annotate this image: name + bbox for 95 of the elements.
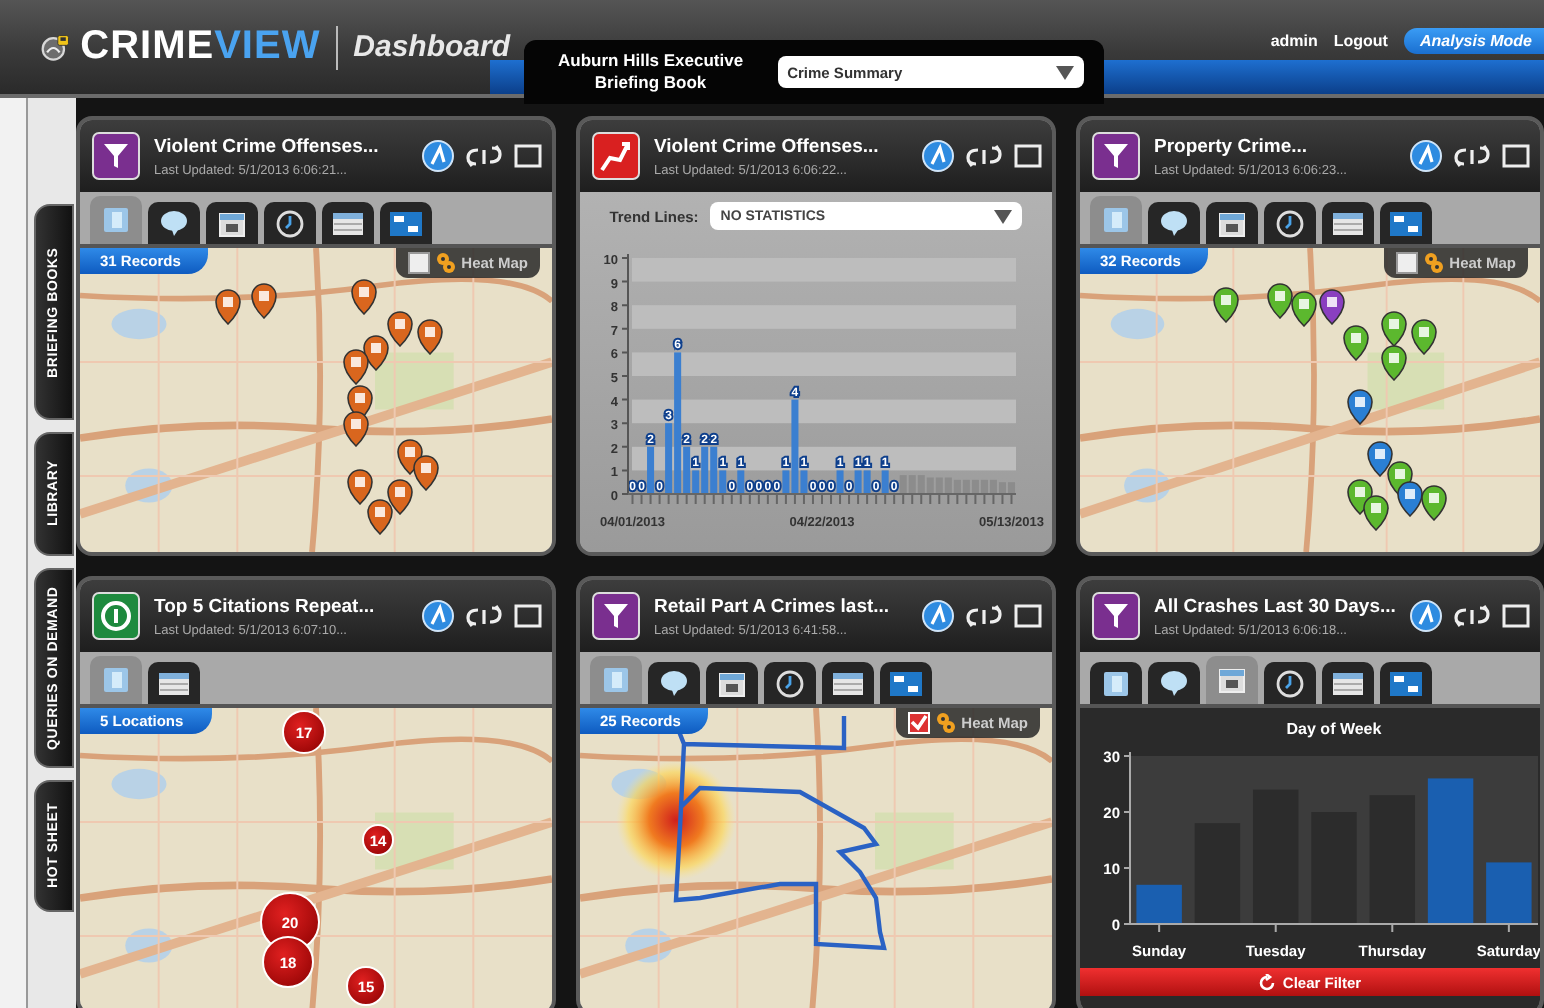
view-tab[interactable] bbox=[1090, 662, 1142, 704]
logo-text: CRIMEVIEW bbox=[80, 24, 321, 70]
caret-icon bbox=[1056, 65, 1074, 79]
funnel-icon bbox=[1092, 132, 1140, 180]
maximize-icon[interactable] bbox=[1502, 144, 1530, 168]
view-tab[interactable] bbox=[148, 662, 200, 704]
gears-icon bbox=[1423, 252, 1444, 274]
caret-icon bbox=[994, 209, 1013, 223]
table-icon bbox=[832, 671, 864, 695]
calendar-icon bbox=[1218, 666, 1246, 694]
pivot-grid-icon bbox=[1390, 211, 1422, 235]
logout-link[interactable]: Logout bbox=[1333, 32, 1388, 50]
calendar-icon bbox=[718, 669, 746, 697]
pivot-grid-icon bbox=[890, 671, 922, 695]
map-icon bbox=[1102, 206, 1130, 234]
view-tab[interactable] bbox=[1206, 202, 1258, 244]
clock-icon bbox=[776, 669, 804, 697]
pen-icon[interactable] bbox=[422, 140, 454, 172]
check-icon bbox=[909, 714, 928, 732]
table-icon bbox=[158, 671, 190, 695]
maximize-icon[interactable] bbox=[1014, 144, 1042, 168]
heat-spot-drawing bbox=[616, 760, 736, 880]
speech-bubble-icon bbox=[1160, 210, 1188, 236]
swap-arrows-icon[interactable] bbox=[964, 604, 1004, 628]
clock-icon bbox=[276, 209, 304, 237]
widget-title: Top 5 Citations Repeat... bbox=[154, 595, 377, 617]
calendar-icon bbox=[1218, 209, 1246, 237]
view-tab[interactable] bbox=[1148, 202, 1200, 244]
checkbox[interactable] bbox=[1395, 252, 1418, 274]
checkbox[interactable] bbox=[407, 252, 430, 274]
view-tab[interactable] bbox=[322, 202, 374, 244]
pen-icon[interactable] bbox=[922, 600, 954, 632]
view-tab[interactable] bbox=[764, 662, 816, 704]
gears-icon bbox=[935, 712, 956, 734]
view-tab[interactable] bbox=[1322, 662, 1374, 704]
widget-title: Property Crime... bbox=[1154, 135, 1310, 157]
swap-arrows-icon[interactable] bbox=[1452, 144, 1492, 168]
view-tab[interactable] bbox=[1322, 202, 1374, 244]
swap-arrows-icon[interactable] bbox=[1452, 604, 1492, 628]
gears-icon bbox=[435, 252, 456, 274]
view-tab[interactable] bbox=[1148, 662, 1200, 704]
maximize-icon[interactable] bbox=[514, 144, 542, 168]
funnel-icon bbox=[592, 592, 640, 640]
table-icon bbox=[1332, 211, 1364, 235]
swap-arrows-icon[interactable] bbox=[464, 144, 504, 168]
view-tab[interactable] bbox=[706, 662, 758, 704]
swap-arrows-icon[interactable] bbox=[964, 144, 1004, 168]
widget-title: Retail Part A Crimes last... bbox=[654, 595, 892, 617]
view-tab[interactable] bbox=[206, 202, 258, 244]
pen-icon[interactable] bbox=[422, 600, 454, 632]
view-tab[interactable] bbox=[822, 662, 874, 704]
refresh-icon bbox=[1258, 973, 1277, 991]
maximize-icon[interactable] bbox=[514, 604, 542, 628]
speech-bubble-icon bbox=[160, 210, 188, 236]
map-icon bbox=[1102, 669, 1130, 697]
table-icon bbox=[332, 211, 364, 235]
map-icon bbox=[602, 666, 630, 694]
calendar-icon bbox=[218, 209, 246, 237]
table-icon bbox=[1332, 671, 1364, 695]
chart-title: Day of Week bbox=[1286, 720, 1382, 738]
pen-icon[interactable] bbox=[922, 140, 954, 172]
pen-icon[interactable] bbox=[1410, 140, 1442, 172]
view-tab[interactable] bbox=[380, 202, 432, 244]
briefing-book-title: Auburn Hills Executive Briefing Book bbox=[556, 49, 746, 95]
view-tab[interactable] bbox=[1264, 202, 1316, 244]
funnel-icon bbox=[1092, 592, 1140, 640]
view-tab[interactable] bbox=[648, 662, 700, 704]
widget-title: Violent Crime Offenses... bbox=[154, 135, 381, 157]
trend-icon bbox=[592, 132, 640, 180]
speech-bubble-icon bbox=[1160, 670, 1188, 696]
app-name: Dashboard bbox=[353, 30, 510, 64]
map-icon bbox=[102, 666, 130, 694]
maximize-icon[interactable] bbox=[1014, 604, 1042, 628]
view-tab[interactable] bbox=[264, 202, 316, 244]
widget-title: Violent Crime Offenses... bbox=[654, 135, 881, 157]
maximize-icon[interactable] bbox=[1502, 604, 1530, 628]
clock-icon bbox=[1276, 209, 1304, 237]
speech-bubble-icon bbox=[660, 670, 688, 696]
analysis-mode-button[interactable]: Analysis Mode bbox=[1403, 28, 1544, 54]
map-icon bbox=[102, 206, 130, 234]
view-tab[interactable] bbox=[1264, 662, 1316, 704]
bar[interactable] bbox=[1136, 884, 1182, 924]
clock-icon bbox=[1276, 669, 1304, 697]
view-tab[interactable] bbox=[1206, 656, 1258, 704]
view-tab[interactable] bbox=[880, 662, 932, 704]
widget-title: All Crashes Last 30 Days... bbox=[1154, 595, 1398, 617]
swap-arrows-icon[interactable] bbox=[464, 604, 504, 628]
funnel-icon bbox=[92, 132, 140, 180]
user-link[interactable]: admin bbox=[1270, 32, 1318, 50]
pivot-grid-icon bbox=[1390, 671, 1422, 695]
pivot-grid-icon bbox=[390, 211, 422, 235]
view-tab[interactable] bbox=[148, 202, 200, 244]
view-tab[interactable] bbox=[1380, 662, 1432, 704]
view-tab[interactable] bbox=[1380, 202, 1432, 244]
pen-icon[interactable] bbox=[1410, 600, 1442, 632]
